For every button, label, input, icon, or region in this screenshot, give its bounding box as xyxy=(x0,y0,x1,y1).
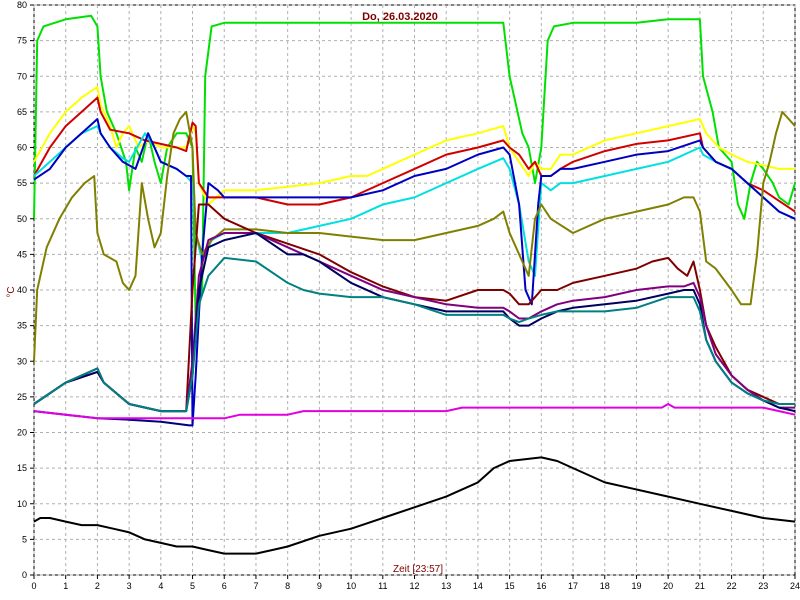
y-tick-label: 50 xyxy=(17,214,27,224)
x-tick-label: 19 xyxy=(631,581,641,591)
y-tick-label: 55 xyxy=(17,178,27,188)
y-tick-label: 25 xyxy=(17,392,27,402)
y-tick-label: 45 xyxy=(17,249,27,259)
y-tick-label: 0 xyxy=(22,570,27,580)
x-tick-label: 15 xyxy=(505,581,515,591)
x-tick-label: 3 xyxy=(127,581,132,591)
x-tick-label: 16 xyxy=(536,581,546,591)
chart: 0 1 2 3 4 5 6 7 8 9 10 11 12 13 14 15 16 17 18 19 20 21 22 23 24… xyxy=(0,0,800,600)
y-tick-label: 15 xyxy=(17,463,27,473)
x-tick-label: 5 xyxy=(190,581,195,591)
y-axis-title: °C xyxy=(6,286,17,297)
y-tick-label: 80 xyxy=(17,0,27,10)
x-tick-label: 20 xyxy=(663,581,673,591)
x-tick-label: 18 xyxy=(600,581,610,591)
y-tick-label: 60 xyxy=(17,143,27,153)
x-tick-label: 4 xyxy=(158,581,163,591)
x-tick-label: 2 xyxy=(95,581,100,591)
x-tick-label: 10 xyxy=(346,581,356,591)
x-tick-label: 6 xyxy=(222,581,227,591)
x-tick-label: 14 xyxy=(473,581,483,591)
x-tick-label: 11 xyxy=(378,581,387,591)
x-tick-label: 1 xyxy=(63,581,68,591)
x-tick-label: 17 xyxy=(568,581,578,591)
x-tick-label: 9 xyxy=(317,581,322,591)
x-tick-label: 0 xyxy=(31,581,36,591)
y-tick-label: 20 xyxy=(17,428,27,438)
chart-canvas: 0 1 2 3 4 5 6 7 8 9 10 11 12 13 14 15 16 17 18 19 20 21 22 23 24… xyxy=(6,0,800,591)
y-tick-label: 40 xyxy=(17,285,27,295)
chart-title: Do, 26.03.2020 xyxy=(362,11,438,23)
x-tick-label: 12 xyxy=(409,581,419,591)
y-tick-label: 70 xyxy=(17,71,27,81)
y-tick-label: 35 xyxy=(17,321,27,331)
y-tick-label: 65 xyxy=(17,107,27,117)
y-tick-label: 75 xyxy=(17,36,27,46)
x-tick-label: 23 xyxy=(758,581,768,591)
x-tick-label: 8 xyxy=(285,581,290,591)
y-tick-label: 30 xyxy=(17,356,27,366)
x-axis-title: Zeit [23:57] xyxy=(393,564,443,575)
x-tick-label: 7 xyxy=(253,581,258,591)
x-tick-label: 13 xyxy=(441,581,451,591)
x-tick-label: 22 xyxy=(727,581,737,591)
x-tick-label: 24 xyxy=(790,581,800,591)
y-tick-label: 5 xyxy=(22,534,27,544)
y-tick-label: 10 xyxy=(17,499,27,509)
x-tick-label: 21 xyxy=(695,581,705,591)
